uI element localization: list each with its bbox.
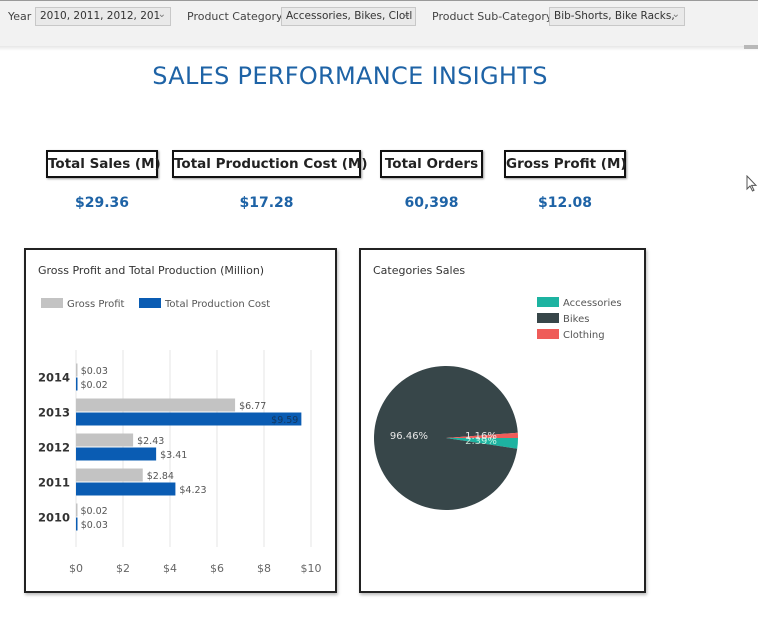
bar-production-cost <box>76 482 176 496</box>
mouse-cursor-icon <box>746 175 758 192</box>
x-tick-label: $4 <box>163 562 177 575</box>
pie-label-accessories: 2.39% <box>465 436 497 447</box>
x-tick-label: $2 <box>116 562 130 575</box>
kpi-total-sales-value: $29.36 <box>74 195 130 211</box>
x-tick-label: $0 <box>69 562 83 575</box>
pie-label-bikes: 96.46% <box>390 431 428 442</box>
y-category-label: 2011 <box>38 476 70 490</box>
data-label: $2.43 <box>137 436 164 447</box>
bar-production-cost <box>76 412 302 426</box>
y-category-label: 2010 <box>38 511 70 525</box>
category-filter-value: Accessories, Bikes, Clotl <box>286 10 413 22</box>
category-filter-label: Product Category <box>187 10 283 23</box>
kpi-production-cost-value: $17.28 <box>239 195 294 211</box>
x-tick-label: $8 <box>257 562 271 575</box>
pie-chart-panel: Categories Sales Accessories Bikes Cloth… <box>359 248 646 593</box>
data-label: $2.84 <box>147 471 174 482</box>
kpi-gross-profit-label: Gross Profit (M) <box>504 150 627 178</box>
year-filter-dropdown[interactable]: 2010, 2011, 2012, 201 ⌄ <box>35 7 171 26</box>
bar-gross-profit <box>76 468 143 482</box>
x-tick-label: $6 <box>210 562 224 575</box>
category-filter-dropdown[interactable]: Accessories, Bikes, Clotl ⌄ <box>281 7 416 26</box>
data-label: $0.02 <box>80 506 107 517</box>
y-category-label: 2012 <box>38 441 70 455</box>
year-filter-value: 2010, 2011, 2012, 201 <box>40 10 161 22</box>
chevron-down-icon: ⌄ <box>671 9 680 20</box>
data-label: $9.59 <box>271 415 298 426</box>
kpi-production-cost-label: Total Production Cost (M) <box>172 150 368 178</box>
bar-chart-panel: Gross Profit and Total Production (Milli… <box>24 248 337 593</box>
bar-production-cost <box>76 447 157 461</box>
year-filter-label: Year <box>8 10 32 23</box>
bar-gross-profit <box>76 503 78 517</box>
filter-bar-shadow <box>0 46 758 51</box>
scrollbar-thumb[interactable] <box>744 45 758 49</box>
bar-gross-profit <box>76 433 134 447</box>
y-category-label: 2013 <box>38 406 70 420</box>
chevron-down-icon: ⌄ <box>402 9 411 20</box>
kpi-gross-profit-value: $12.08 <box>537 195 593 211</box>
page-title: SALES PERFORMANCE INSIGHTS <box>152 62 548 90</box>
bar-production-cost <box>76 517 78 531</box>
subcategory-filter-value: Bib-Shorts, Bike Racks, <box>554 10 675 22</box>
data-label: $3.41 <box>160 450 187 461</box>
data-label: $0.03 <box>81 520 108 531</box>
pie-chart: 96.46% 1.16%2.39% <box>374 365 518 510</box>
x-tick-label: $10 <box>301 562 322 575</box>
bar-gross-profit <box>76 398 236 412</box>
bar-gross-profit <box>76 363 78 377</box>
data-label: $6.77 <box>239 401 266 412</box>
data-label: $4.23 <box>179 485 206 496</box>
bar-chart: $0 $2 $4 $6 $8 $10 2014 $0.03 $0.02 2013 $6.77 $9.5… <box>38 350 322 575</box>
y-category-label: 2014 <box>38 371 70 385</box>
subcategory-filter-dropdown[interactable]: Bib-Shorts, Bike Racks, ⌄ <box>549 7 685 26</box>
subcategory-filter-label: Product Sub-Category <box>432 10 553 23</box>
bar-production-cost <box>76 377 78 391</box>
kpi-total-sales-label: Total Sales (M) <box>46 150 161 178</box>
data-label: $0.03 <box>81 366 108 377</box>
data-label: $0.02 <box>80 380 107 391</box>
kpi-total-orders-value: 60,398 <box>404 195 459 211</box>
kpi-total-orders-label: Total Orders <box>380 150 483 178</box>
chevron-down-icon: ⌄ <box>157 9 166 20</box>
